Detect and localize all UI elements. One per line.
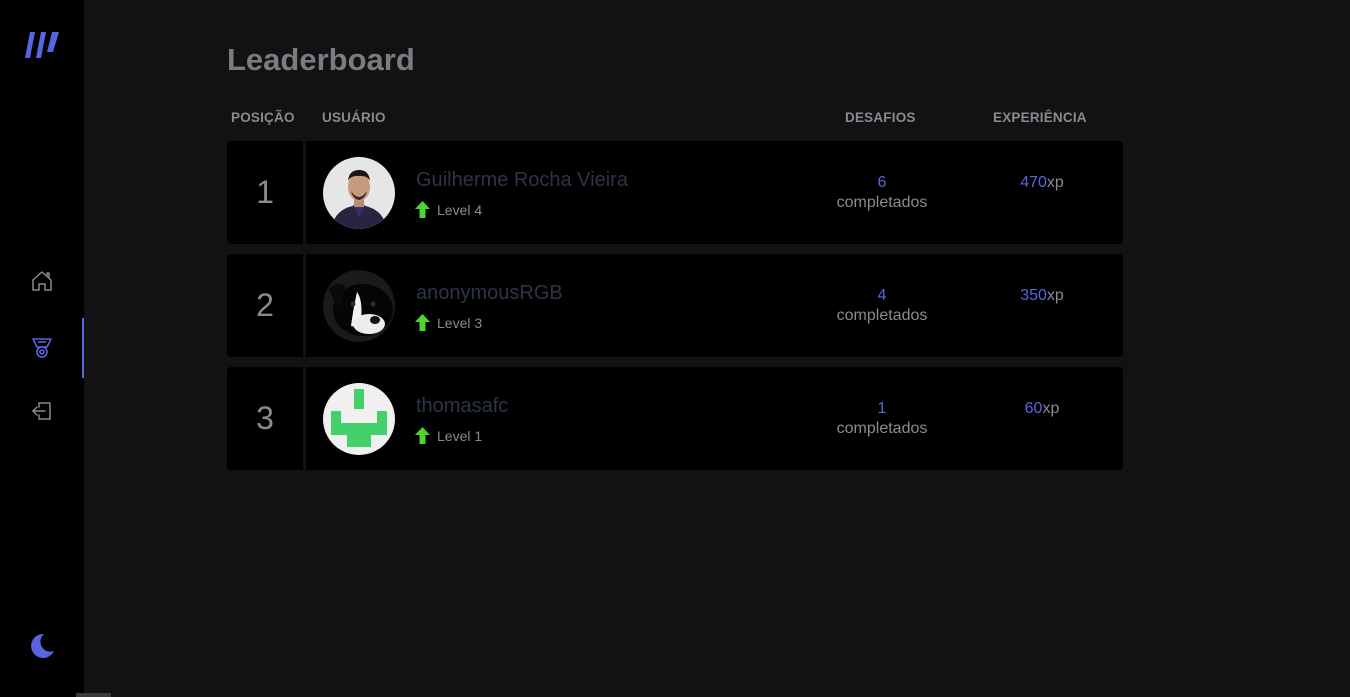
leaderboard-row: 2 anonymousRGB Level 3 4 completados 350… [227,254,1123,357]
level-label: Level 4 [437,201,483,218]
nav-logout[interactable] [0,381,84,441]
avatar [323,157,395,229]
level-up-icon [415,201,430,218]
active-indicator [82,318,84,378]
avatar-image [323,383,395,455]
leaderboard-row: 3 thomasafc Level 1 1 completados 60xp [227,367,1123,470]
challenges-count: 4 [877,287,887,304]
user-name[interactable]: anonymousRGB [416,282,563,305]
rank: 1 [227,141,306,244]
level-label: Level 3 [437,314,483,331]
xp-unit: xp [1042,400,1060,417]
experience: 470xp [982,173,1102,193]
level-label: Level 1 [437,427,483,444]
xp-value: 350 [1020,287,1047,304]
level-up-icon [415,427,430,444]
xp-value: 470 [1020,174,1047,191]
nav-home[interactable] [0,251,84,311]
medal-icon [32,338,52,358]
avatar-image [323,270,395,342]
user-name[interactable]: thomasafc [416,395,508,418]
experience: 60xp [982,399,1102,419]
user-level: Level 4 [415,201,482,218]
experience: 350xp [982,286,1102,306]
moon-icon[interactable] [28,632,56,660]
avatar [323,383,395,455]
page-title: Leaderboard [227,42,415,77]
challenges-completed: 4 completados [822,286,942,326]
rank: 3 [227,367,306,470]
challenges-count: 6 [877,174,887,191]
user-name[interactable]: Guilherme Rocha Vieira [416,169,628,192]
rank: 2 [227,254,306,357]
challenges-label: completados [836,194,928,211]
header-experience: EXPERIÊNCIA [993,110,1087,125]
xp-unit: xp [1046,174,1064,191]
level-up-icon [415,314,430,331]
challenges-completed: 6 completados [822,173,942,213]
scrollbar-thumb[interactable] [76,693,111,697]
xp-unit: xp [1046,287,1064,304]
sidebar [0,0,111,697]
avatar [323,270,395,342]
header-user: USUÁRIO [322,110,386,125]
challenges-completed: 1 completados [822,399,942,439]
logout-icon [32,402,51,420]
leaderboard-row: 1 Guilherme Rocha Vieira Level 4 6 compl… [227,141,1123,244]
header-position: POSIÇÃO [231,110,295,125]
user-level: Level 1 [415,427,482,444]
challenges-label: completados [836,420,928,437]
xp-value: 60 [1024,400,1043,417]
nav-leaderboard[interactable] [0,318,84,378]
avatar-image [323,157,395,229]
home-icon [32,271,52,291]
challenges-label: completados [836,307,928,324]
user-level: Level 3 [415,314,482,331]
challenges-count: 1 [877,400,887,417]
header-challenges: DESAFIOS [845,110,916,125]
app-logo-icon[interactable] [25,30,59,60]
